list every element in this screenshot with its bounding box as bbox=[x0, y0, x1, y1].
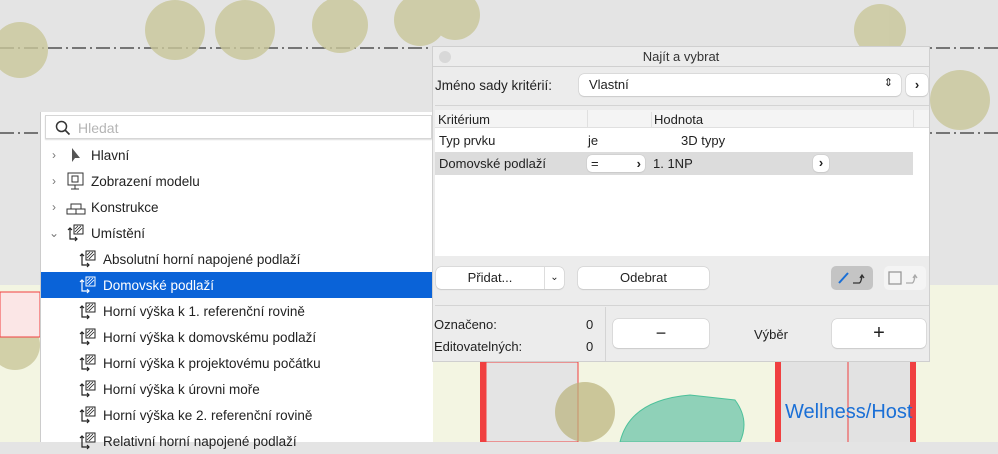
search-icon bbox=[55, 120, 71, 136]
placement-icon bbox=[79, 354, 96, 372]
dialog-title-bar[interactable]: Najít a vybrat bbox=[433, 47, 929, 67]
chevron-down-icon[interactable]: ⌄ bbox=[43, 226, 65, 240]
tree-item-label: Relativní horní napojené podlaží bbox=[103, 433, 297, 449]
placement-icon bbox=[67, 224, 84, 242]
table-row[interactable]: Domovské podlaží = › 1. 1NP › bbox=[435, 152, 913, 175]
tree-item-label: Horní výška ke 2. referenční rovině bbox=[103, 407, 313, 423]
row-operator-select[interactable]: = › bbox=[587, 155, 645, 172]
tree-item[interactable]: Horní výška k projektovému počátku bbox=[41, 350, 434, 376]
brick-icon bbox=[66, 203, 86, 215]
add-criterion-button[interactable]: Přidat... ⌄ bbox=[436, 267, 564, 289]
tree-item[interactable]: Domovské podlaží bbox=[41, 272, 434, 298]
chevron-right-icon[interactable]: › bbox=[43, 174, 65, 188]
tree-item[interactable]: Absolutní horní napojené podlaží bbox=[41, 246, 434, 272]
tree-item-label: Zobrazení modelu bbox=[91, 173, 200, 189]
monitor-icon bbox=[67, 172, 84, 190]
criteria-set-label: Jméno sady kritérií: bbox=[435, 78, 553, 93]
chevron-down-icon[interactable]: ⌄ bbox=[544, 267, 564, 289]
marquee-selection-button[interactable] bbox=[884, 266, 926, 290]
chevron-right-icon[interactable]: › bbox=[43, 148, 65, 162]
tree-item[interactable]: Relativní horní napojené podlaží bbox=[41, 428, 434, 454]
placement-icon bbox=[79, 276, 96, 294]
tree-item-label: Horní výška k domovskému podlaží bbox=[103, 329, 317, 345]
criteria-table: Kritérium Hodnota Typ prvku je 3D typy D… bbox=[435, 110, 929, 256]
tree-item-label: Horní výška k 1. referenční rovině bbox=[103, 303, 305, 319]
placement-icon bbox=[79, 432, 96, 450]
row-value[interactable]: 3D typy bbox=[681, 133, 725, 148]
eyedropper-icon bbox=[838, 272, 865, 284]
row-operator[interactable]: je bbox=[588, 133, 598, 148]
pointer-icon bbox=[72, 148, 80, 162]
table-row[interactable]: Typ prvku je 3D typy bbox=[435, 130, 913, 152]
criteria-set-menu-button[interactable]: › bbox=[906, 74, 928, 96]
placement-icon bbox=[79, 250, 96, 268]
tree-item[interactable]: › Hlavní bbox=[41, 142, 434, 168]
chevron-right-icon: › bbox=[636, 156, 641, 171]
row-value[interactable]: 1. 1NP bbox=[653, 156, 693, 171]
tree-item[interactable]: › Zobrazení modelu bbox=[41, 168, 434, 194]
marked-label: Označeno: bbox=[434, 317, 497, 332]
tree-item[interactable]: › Konstrukce bbox=[41, 194, 434, 220]
editable-count: 0 bbox=[586, 339, 594, 354]
pick-from-selection-button[interactable] bbox=[831, 266, 873, 290]
tree-item-label: Absolutní horní napojené podlaží bbox=[103, 251, 301, 267]
tree-item[interactable]: Horní výška ke 2. referenční rovině bbox=[41, 402, 434, 428]
placement-icon bbox=[79, 302, 96, 320]
tree-item-label: Konstrukce bbox=[91, 199, 159, 215]
criteria-tree-panel: Hledat › Hlavní › Zobrazení modelu › Konstruk… bbox=[40, 112, 434, 450]
chevron-right-icon: › bbox=[818, 155, 824, 170]
criteria-set-value: Vlastní bbox=[589, 77, 629, 92]
marked-count: 0 bbox=[586, 317, 594, 332]
table-header: Kritérium Hodnota bbox=[435, 110, 929, 128]
room-label[interactable]: Wellness/Host bbox=[785, 401, 913, 423]
find-select-dialog: Najít a vybrat Jméno sady kritérií: Vlas… bbox=[432, 46, 930, 362]
tree-item-label: Hlavní bbox=[91, 147, 130, 163]
tree-item[interactable]: Horní výška k úrovni moře bbox=[41, 376, 434, 402]
tree-item-label: Umístění bbox=[91, 225, 146, 241]
placement-icon bbox=[79, 380, 96, 398]
marquee-icon bbox=[888, 271, 918, 285]
row-criterion: Typ prvku bbox=[439, 133, 496, 148]
header-value[interactable]: Hodnota bbox=[651, 112, 703, 127]
remove-criterion-button[interactable]: Odebrat bbox=[578, 267, 709, 289]
placement-icon bbox=[79, 328, 96, 346]
placement-icon bbox=[79, 406, 96, 424]
tree-item[interactable]: Horní výška k domovskému podlaží bbox=[41, 324, 434, 350]
selection-label: Výběr bbox=[754, 327, 788, 342]
close-button[interactable] bbox=[439, 51, 451, 63]
chevron-right-icon[interactable]: › bbox=[43, 200, 65, 214]
row-value-menu-button[interactable]: › bbox=[813, 155, 829, 172]
row-criterion: Domovské podlaží bbox=[439, 156, 546, 171]
dialog-title: Najít a vybrat bbox=[642, 49, 720, 64]
tree-item[interactable]: ⌄ Umístění bbox=[41, 220, 434, 246]
tree-item-label: Horní výška k projektovému počátku bbox=[103, 355, 321, 371]
chevron-right-icon: › bbox=[914, 77, 920, 92]
search-placeholder: Hledat bbox=[78, 120, 119, 136]
select-button[interactable]: + bbox=[832, 319, 926, 348]
tree-item-label: Horní výška k úrovni moře bbox=[103, 381, 260, 397]
criteria-set-select[interactable]: Vlastní ⇕ bbox=[579, 74, 901, 96]
editable-label: Editovatelných: bbox=[434, 339, 523, 354]
tree-item-label: Domovské podlaží bbox=[103, 277, 215, 293]
header-criterion[interactable]: Kritérium bbox=[438, 112, 490, 127]
search-input[interactable]: Hledat bbox=[45, 115, 432, 139]
tree-item[interactable]: Horní výška k 1. referenční rovině bbox=[41, 298, 434, 324]
deselect-button[interactable]: − bbox=[613, 319, 709, 348]
updown-chevron-icon: ⇕ bbox=[883, 77, 893, 89]
